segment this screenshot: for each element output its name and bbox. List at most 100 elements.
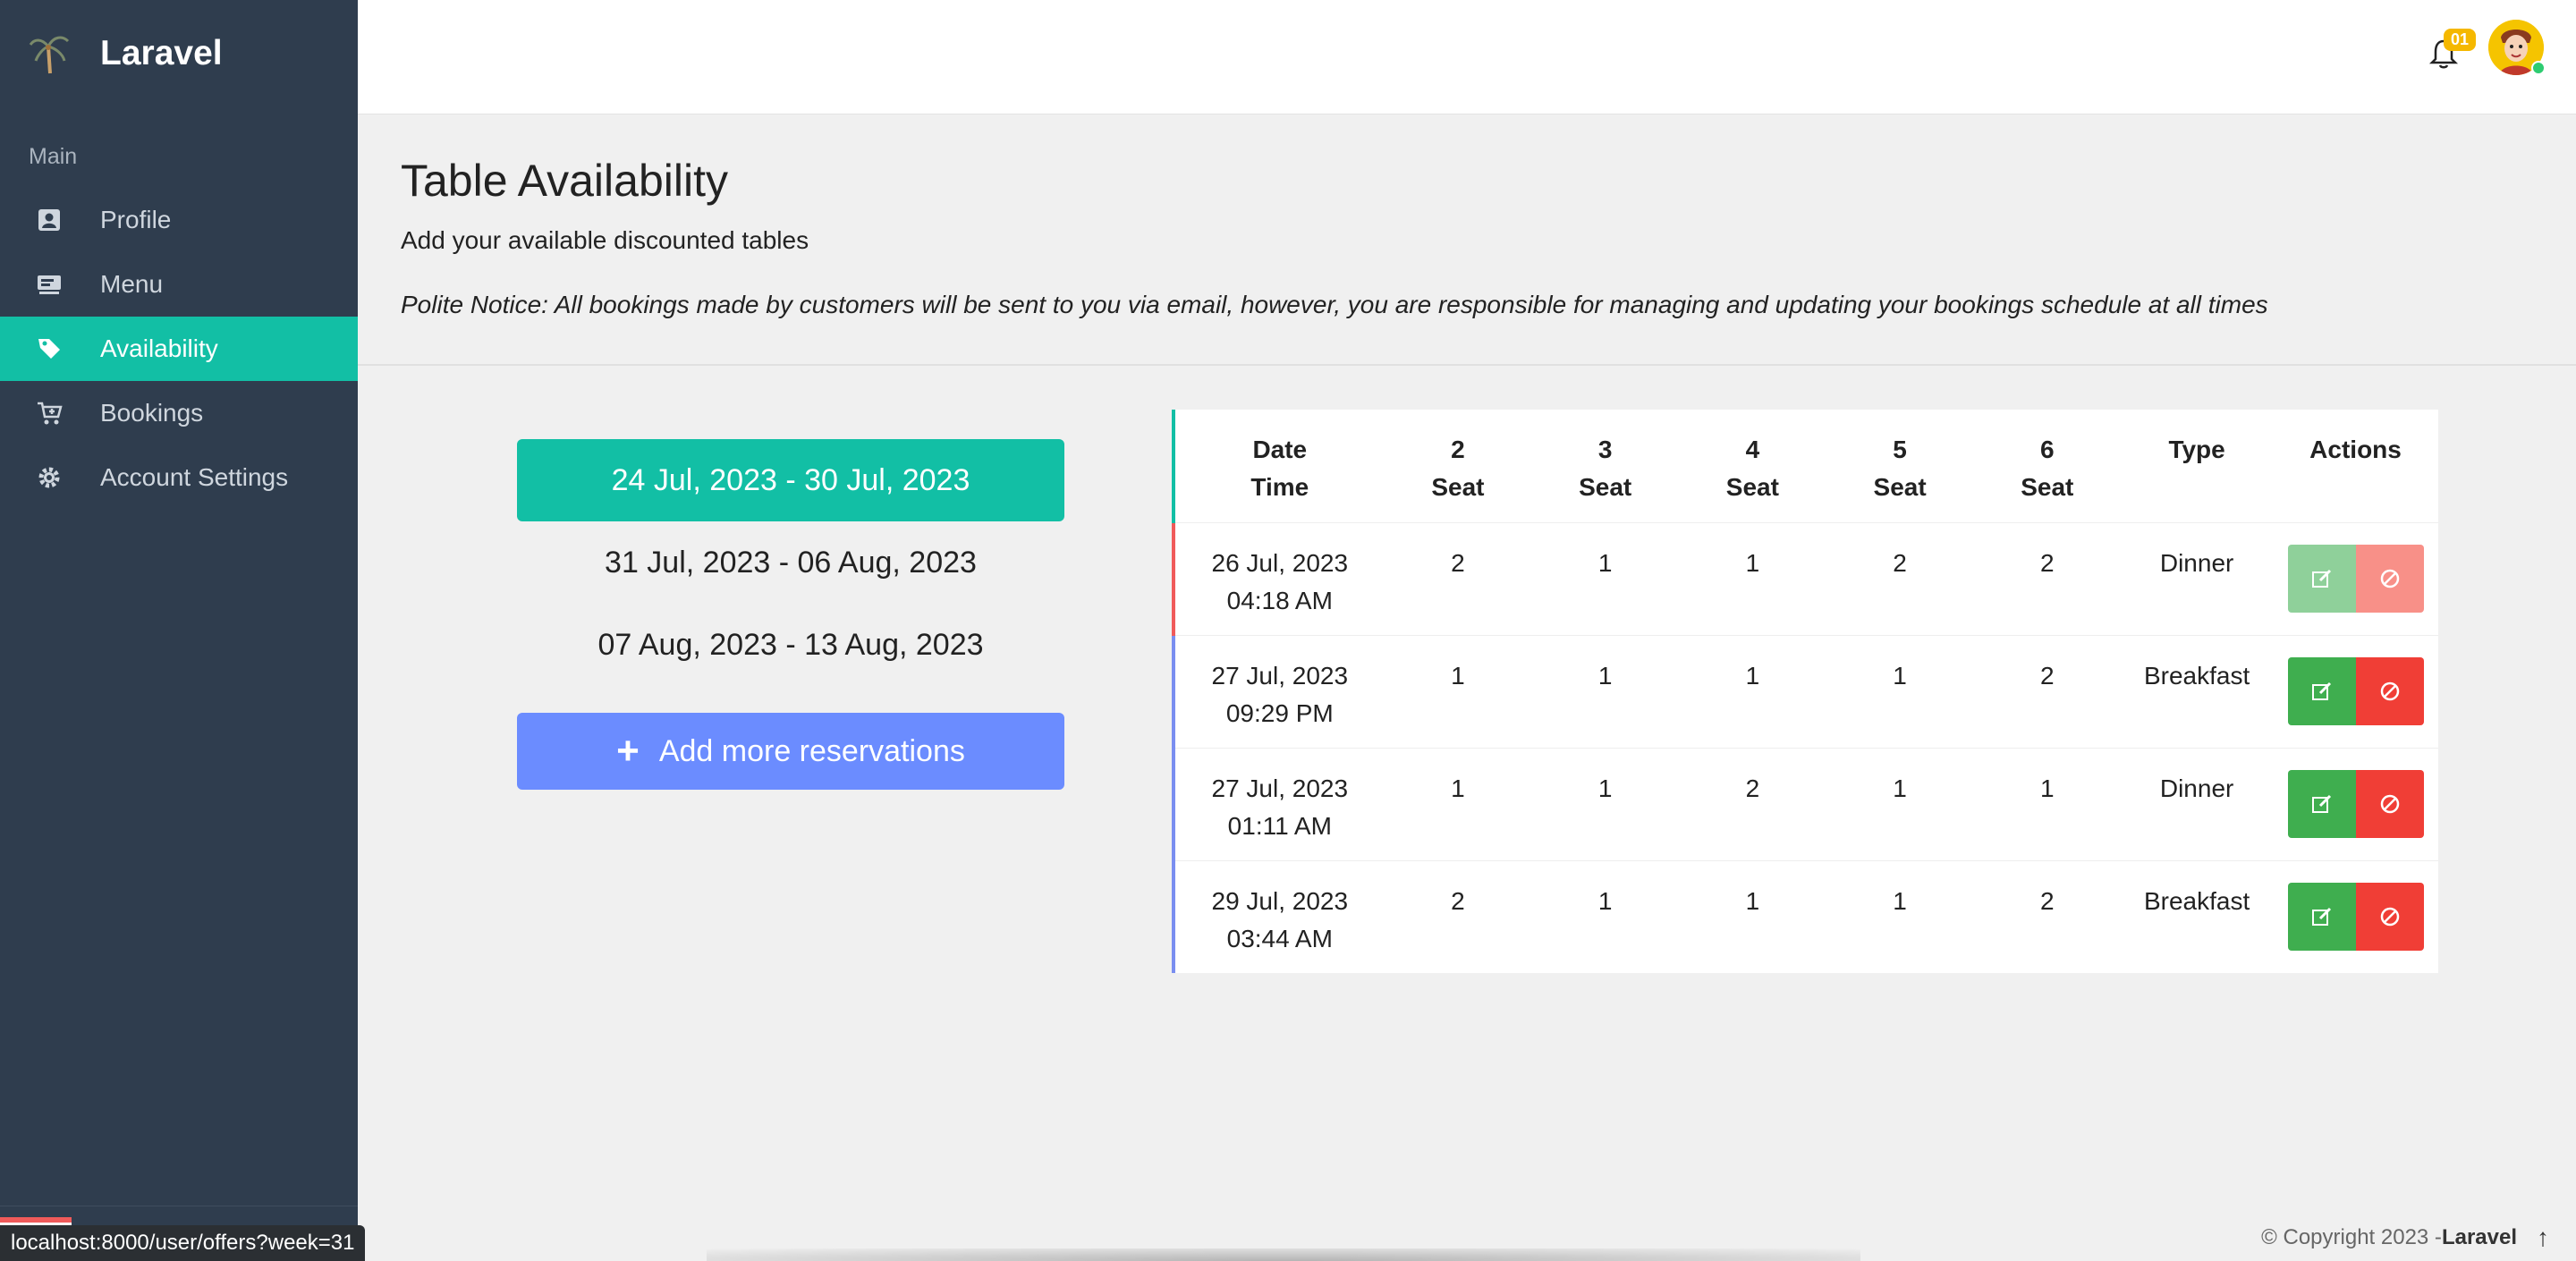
edit-button[interactable] bbox=[2287, 656, 2356, 725]
cancel-button[interactable] bbox=[2355, 769, 2424, 838]
online-status-dot bbox=[2531, 61, 2546, 75]
header-date-time: Date Time bbox=[1172, 410, 1385, 522]
profile-card-icon bbox=[34, 205, 64, 235]
availability-table: Date Time 2 Seat 3 Seat 4 Seat 5 Seat 6 Seat T… bbox=[1172, 410, 2438, 973]
cell-3-seat: 1 bbox=[1531, 747, 1680, 860]
table-row: 27 Jul, 2023 09:29 PM 1 1 1 1 2 Breakfast bbox=[1172, 634, 2438, 748]
cart-icon bbox=[34, 398, 64, 428]
sidebar: Laravel Main Profile Menu Availability B… bbox=[0, 0, 358, 1261]
cell-2-seat: 2 bbox=[1384, 521, 1532, 635]
edit-button[interactable] bbox=[2287, 882, 2356, 951]
sidebar-item-availability[interactable]: Availability bbox=[0, 317, 358, 381]
cancel-button[interactable] bbox=[2355, 882, 2424, 951]
sidebar-item-menu[interactable]: Menu bbox=[0, 252, 358, 317]
brand[interactable]: Laravel bbox=[0, 0, 358, 107]
week-item-24-jul[interactable]: 24 Jul, 2023 - 30 Jul, 2023 bbox=[517, 439, 1064, 521]
palm-tree-icon bbox=[27, 30, 73, 77]
sidebar-item-label: Account Settings bbox=[100, 463, 289, 491]
cell-6-seat: 2 bbox=[1973, 634, 2122, 748]
cell-actions bbox=[2273, 634, 2438, 748]
table-header-row: Date Time 2 Seat 3 Seat 4 Seat 5 Seat 6 Seat T… bbox=[1172, 410, 2438, 522]
sidebar-item-account-settings[interactable]: Account Settings bbox=[0, 445, 358, 510]
week-selector: 24 Jul, 2023 - 30 Jul, 2023 31 Jul, 2023… bbox=[517, 439, 1064, 790]
cell-actions bbox=[2273, 747, 2438, 860]
sidebar-item-label: Profile bbox=[100, 206, 172, 233]
status-bar-url: localhost:8000/user/offers?week=31 bbox=[0, 1225, 366, 1261]
cell-5-seat: 2 bbox=[1826, 521, 1974, 635]
ban-icon bbox=[2380, 794, 2399, 813]
cell-type: Breakfast bbox=[2121, 859, 2274, 973]
cell-6-seat: 2 bbox=[1973, 521, 2122, 635]
plus-icon: + bbox=[616, 729, 640, 773]
cancel-button[interactable] bbox=[2355, 544, 2424, 613]
ban-icon bbox=[2380, 907, 2399, 926]
cell-date-time: 29 Jul, 2023 03:44 AM bbox=[1172, 859, 1385, 973]
edit-icon bbox=[2311, 681, 2331, 700]
page-header: Table Availability Add your available di… bbox=[358, 115, 2576, 366]
table-row: 27 Jul, 2023 01:11 AM 1 1 2 1 1 Dinner bbox=[1172, 747, 2438, 860]
edit-icon bbox=[2311, 569, 2331, 588]
sidebar-item-profile[interactable]: Profile bbox=[0, 188, 358, 252]
cell-date-time: 27 Jul, 2023 09:29 PM bbox=[1172, 634, 1385, 748]
cell-2-seat: 2 bbox=[1384, 859, 1532, 973]
cell-actions bbox=[2273, 521, 2438, 635]
table-row: 29 Jul, 2023 03:44 AM 2 1 1 1 2 Breakfast bbox=[1172, 859, 2438, 973]
ban-icon bbox=[2380, 569, 2399, 588]
footer-shadow bbox=[707, 1248, 1860, 1261]
copyright-text: © Copyright 2023 - bbox=[2261, 1225, 2442, 1249]
header-6-seat: 6 Seat bbox=[2021, 436, 2074, 501]
cell-4-seat: 1 bbox=[1679, 521, 1826, 635]
cell-date-time: 26 Jul, 2023 04:18 AM bbox=[1172, 521, 1385, 635]
cell-6-seat: 2 bbox=[1973, 859, 2122, 973]
cancel-button[interactable] bbox=[2355, 656, 2424, 725]
header-type: Type bbox=[2168, 436, 2225, 463]
cell-4-seat: 2 bbox=[1679, 747, 1826, 860]
tag-icon bbox=[34, 334, 64, 364]
table-row: 26 Jul, 2023 04:18 AM 2 1 1 2 2 Dinner bbox=[1172, 521, 2438, 635]
cell-2-seat: 1 bbox=[1384, 634, 1532, 748]
cell-2-seat: 1 bbox=[1384, 747, 1532, 860]
header-4-seat: 4 Seat bbox=[1725, 436, 1779, 501]
edit-button[interactable] bbox=[2287, 544, 2356, 613]
cell-4-seat: 1 bbox=[1679, 859, 1826, 973]
copyright-brand: Laravel bbox=[2441, 1225, 2517, 1249]
edit-button[interactable] bbox=[2287, 769, 2356, 838]
ban-icon bbox=[2380, 681, 2399, 700]
cell-5-seat: 1 bbox=[1826, 859, 1974, 973]
cell-3-seat: 1 bbox=[1531, 521, 1680, 635]
sidebar-section-label: Main bbox=[29, 144, 78, 169]
cell-type: Dinner bbox=[2121, 521, 2274, 635]
week-item-07-aug[interactable]: 07 Aug, 2023 - 13 Aug, 2023 bbox=[517, 604, 1064, 686]
sidebar-item-bookings[interactable]: Bookings bbox=[0, 381, 358, 445]
cell-3-seat: 1 bbox=[1531, 859, 1680, 973]
edit-icon bbox=[2311, 907, 2331, 926]
cell-3-seat: 1 bbox=[1531, 634, 1680, 748]
cell-actions bbox=[2273, 859, 2438, 973]
menu-board-icon bbox=[34, 269, 64, 300]
header-2-seat: 2 Seat bbox=[1431, 436, 1485, 501]
page-subtitle: Add your available discounted tables bbox=[401, 226, 809, 254]
footer: © Copyright 2023 - Laravel ↑ bbox=[2261, 1223, 2549, 1252]
cell-5-seat: 1 bbox=[1826, 747, 1974, 860]
cell-type: Dinner bbox=[2121, 747, 2274, 860]
header-5-seat: 5 Seat bbox=[1873, 436, 1927, 501]
edit-icon bbox=[2311, 794, 2331, 813]
cell-type: Breakfast bbox=[2121, 634, 2274, 748]
sidebar-item-label: Bookings bbox=[100, 399, 204, 427]
cell-6-seat: 1 bbox=[1973, 747, 2122, 860]
sidebar-item-label: Availability bbox=[100, 334, 218, 362]
cell-5-seat: 1 bbox=[1826, 634, 1974, 748]
topbar: 01 bbox=[358, 0, 2576, 114]
scroll-to-top-icon[interactable]: ↑ bbox=[2537, 1223, 2549, 1252]
page-notice: Polite Notice: All bookings made by cust… bbox=[401, 291, 2268, 318]
add-reservations-button[interactable]: + Add more reservations bbox=[517, 713, 1064, 790]
page-title: Table Availability bbox=[401, 156, 728, 206]
sidebar-nav: Profile Menu Availability Bookings Accou… bbox=[0, 188, 358, 510]
cell-4-seat: 1 bbox=[1679, 634, 1826, 748]
add-reservations-label: Add more reservations bbox=[658, 733, 965, 768]
cell-date-time: 27 Jul, 2023 01:11 AM bbox=[1172, 747, 1385, 860]
notification-badge: 01 bbox=[2443, 29, 2476, 51]
brand-name: Laravel bbox=[100, 34, 223, 72]
week-item-31-jul[interactable]: 31 Jul, 2023 - 06 Aug, 2023 bbox=[517, 521, 1064, 604]
header-actions: Actions bbox=[2309, 436, 2402, 463]
